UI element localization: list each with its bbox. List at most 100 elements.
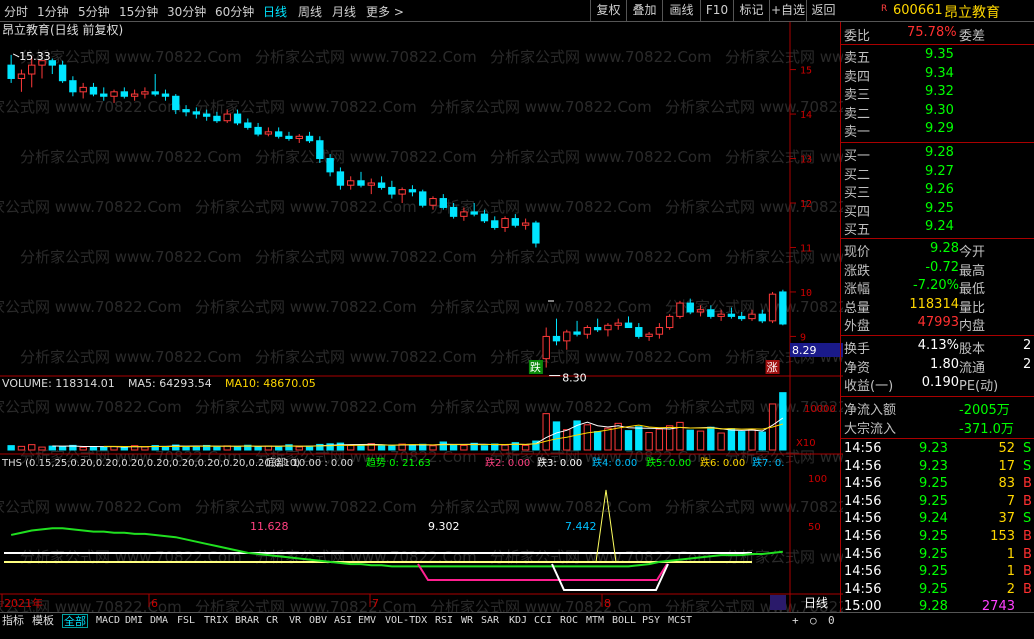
candle-body [563, 331, 571, 342]
purple-box [770, 595, 786, 610]
bottom-tab-1[interactable]: 模板 [32, 614, 54, 628]
quote-row: 卖四 9.34 [841, 66, 1034, 85]
bottom-control[interactable]: ○ [810, 614, 817, 628]
candle-body [727, 313, 736, 317]
separator [841, 335, 1034, 336]
toolbar-button-4[interactable]: 标记 [733, 0, 769, 22]
ths-item: 跌5: 0.00 [646, 456, 691, 469]
period-tab-9[interactable]: 更多 > [366, 3, 404, 20]
sell-label: 卖四 [844, 69, 871, 85]
toolbar-button-3[interactable]: F10 [700, 0, 733, 22]
indicator-tab[interactable]: FSL [177, 614, 195, 628]
quote2-value: 4.13% [917, 338, 959, 353]
candle-body [521, 222, 530, 226]
rise-marker: 涨 [767, 361, 778, 374]
indicator-tab[interactable]: TRIX [204, 614, 228, 628]
bottom-tab-0[interactable]: 指标 [2, 614, 24, 628]
quote-value: -0.72 [925, 259, 959, 275]
toolbar-button-5[interactable]: +自选 [769, 0, 806, 22]
volume-bar [17, 445, 26, 451]
period-tab-2[interactable]: 5分钟 [78, 3, 110, 20]
indicator-tab[interactable]: RSI [435, 614, 453, 628]
candle-body [254, 126, 262, 135]
bottom-tab-2[interactable]: 全部 [62, 614, 88, 628]
indicator-tab[interactable]: CCI [534, 614, 552, 628]
indicator-tab[interactable]: CR [266, 614, 278, 628]
period-tab-1[interactable]: 1分钟 [37, 3, 69, 20]
candle-body [110, 91, 118, 97]
ths-annotation: 7.442 [565, 520, 597, 533]
wei-cha-label: 委差 [959, 29, 986, 44]
quote-row: 14:56 9.25 7 B [841, 494, 1034, 512]
indicator-tab[interactable]: KDJ [509, 614, 527, 628]
indicator-tab[interactable]: MCST [668, 614, 692, 628]
watermark-text: 分析家公式网 www.70822.Com [665, 498, 843, 516]
quote-row: 买一 9.28 [841, 145, 1034, 164]
top-toolbar: 分时 1分钟 5分钟 15分钟 30分钟 60分钟 日线 周线 月线 更多 > 复权 叠加 画线 F10 标… [0, 0, 1034, 22]
quote-label: 涨跌 [844, 263, 871, 279]
quote-value: 47993 [917, 315, 959, 330]
candle-body [686, 302, 694, 313]
indicator-tab[interactable]: BRAR [235, 614, 259, 628]
toolbar-button-1[interactable]: 叠加 [626, 0, 662, 22]
bottom-control[interactable]: 0 [828, 614, 835, 628]
toolbar-button-6[interactable]: 返回 [806, 0, 840, 22]
bottom-control[interactable]: + [792, 614, 799, 628]
toolbar-button-2[interactable]: 画线 [662, 0, 700, 22]
period-tab-3[interactable]: 15分钟 [119, 3, 158, 20]
volume-bar [758, 431, 766, 451]
period-tab-6[interactable]: 日线 [263, 3, 287, 20]
indicator-tab[interactable]: BOLL [612, 614, 636, 628]
indicator-tab[interactable]: EMV [358, 614, 376, 628]
period-tab-0[interactable]: 分时 [4, 3, 28, 20]
volume-bar [274, 445, 283, 451]
period-tab-5[interactable]: 60分钟 [215, 3, 254, 20]
sell-price: 9.29 [925, 121, 954, 136]
candle-body [161, 93, 170, 97]
quote-value: 118314 [909, 296, 959, 312]
candle-body [635, 327, 643, 337]
candle-body [470, 211, 478, 215]
period-tab-4[interactable]: 30分钟 [167, 3, 206, 20]
tick-time: 14:56 [844, 511, 882, 527]
indicator-tab[interactable]: MTM [586, 614, 604, 628]
quote-row: 14:56 9.23 17 S [841, 459, 1034, 477]
candle-body [141, 91, 149, 95]
indicator-tab[interactable]: PSY [642, 614, 660, 628]
watermark-text: 分析家公式网 www.70822.Com [490, 248, 712, 266]
quote-row: 外盘 47993 内盘 [841, 315, 1034, 334]
mark-r: R [881, 4, 888, 14]
toolbar-button-0[interactable]: 复权 [590, 0, 626, 22]
ths-tick-label: 50 [808, 522, 821, 533]
volume-bar [429, 445, 437, 451]
period-tab-7[interactable]: 周线 [298, 3, 322, 20]
buy-price: 9.24 [925, 219, 954, 234]
ths-item: 底部: 10.00 : 0.00 [266, 456, 353, 469]
watermark-text: 分析家公式网 www.70822.Com [20, 548, 242, 566]
indicator-tab[interactable]: MACD [96, 614, 120, 628]
quote-value: -7.20% [913, 278, 959, 293]
volume-bar [583, 424, 592, 451]
ths-annotation: 11.628 [250, 520, 289, 533]
tick-side: S [1023, 458, 1032, 474]
tick-side: S [1023, 441, 1032, 456]
indicator-tab[interactable]: VOL-TDX [385, 614, 427, 628]
indicator-tab[interactable]: ROC [560, 614, 578, 628]
buy-label: 买二 [844, 167, 871, 183]
volume-bar [645, 432, 653, 451]
period-tab-8[interactable]: 月线 [332, 3, 356, 20]
candle-body [419, 191, 427, 206]
indicator-tab[interactable]: SAR [481, 614, 499, 628]
watermark-text: 分析家公式网 www.70822.Com [0, 298, 182, 316]
indicator-tab[interactable]: VR [289, 614, 301, 628]
indicator-tab[interactable]: OBV [309, 614, 327, 628]
ths-annotation: 9.302 [428, 520, 460, 533]
separator [841, 396, 1034, 397]
watermark-text: 分析家公式网 www.70822.Com [195, 598, 417, 612]
indicator-tab[interactable]: DMA [150, 614, 168, 628]
indicator-tab[interactable]: ASI [334, 614, 352, 628]
indicator-tab[interactable]: WR [461, 614, 473, 628]
indicator-tab[interactable]: DMI [125, 614, 143, 628]
flow-value: -2005万 [959, 403, 1010, 418]
watermark-text: 分析家公式网 www.70822.Com [430, 498, 652, 516]
